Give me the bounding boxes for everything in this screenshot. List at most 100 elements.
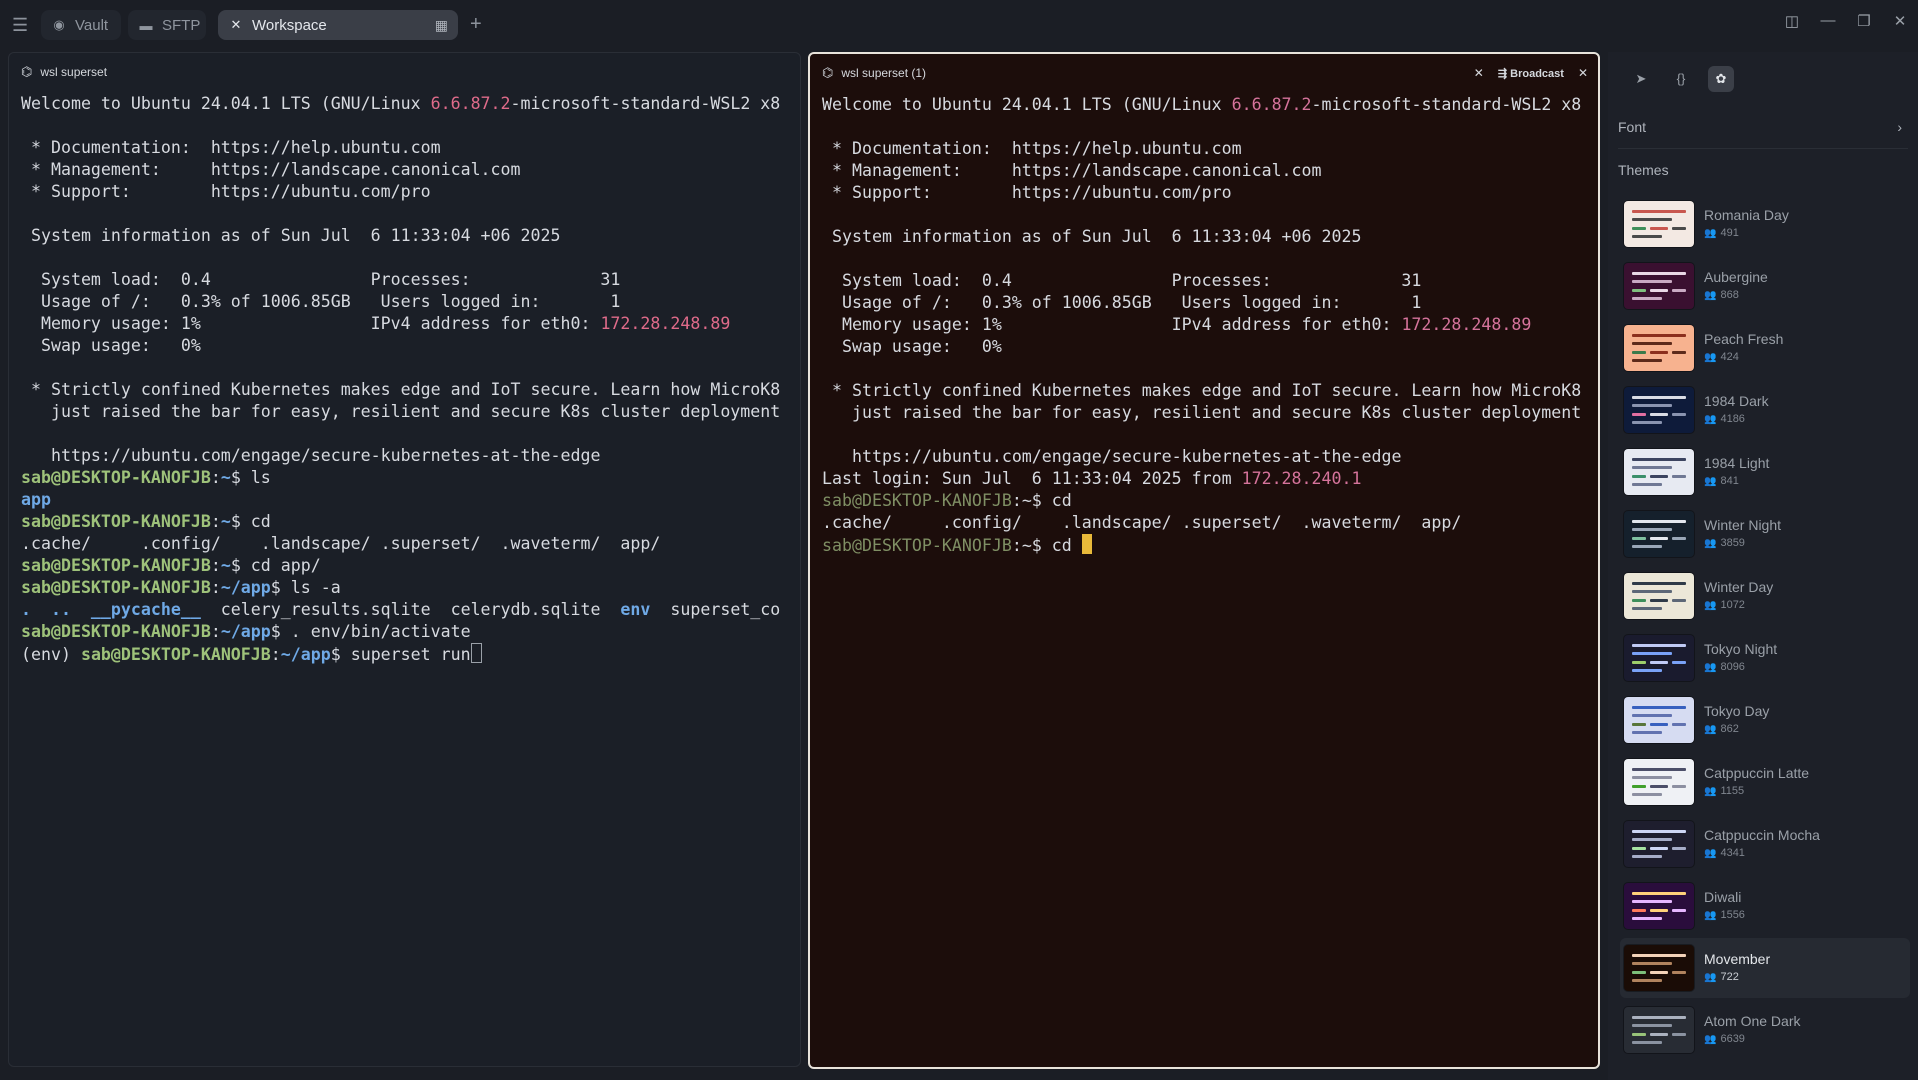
pane-header: ⌬ wsl superset [9,53,800,91]
terminal-line: sab@DESKTOP-KANOFJB:~$ cd [822,491,1072,510]
terminal-output[interactable]: Welcome to Ubuntu 24.04.1 LTS (GNU/Linux… [9,91,800,666]
palette-icon[interactable]: ✿ [1708,66,1734,92]
preview-bar [1632,847,1646,850]
preview-bar [1632,413,1646,416]
layout-grid-icon[interactable]: ▦ [435,17,448,34]
preview-bar [1650,351,1668,354]
count-value: 722 [1720,970,1739,983]
tab-workspace[interactable]: ✕ Workspace ▦ [218,10,458,40]
theme-item[interactable]: Aubergine 👥 868 [1620,256,1910,316]
theme-preview [1624,387,1694,433]
terminal-text: ~ [220,512,231,531]
terminal-text: * Strictly confined Kubernetes makes edg… [21,380,781,399]
pane-title: wsl superset [40,65,108,79]
users-icon: 👥 [1704,475,1717,487]
pane-header: ⌬ wsl superset (1) ✕ ⇶ Broadcast ✕ [810,54,1598,92]
theme-item[interactable]: Romania Day 👥 491 [1620,194,1910,254]
theme-item[interactable]: Catppuccin Mocha 👥 4341 [1620,814,1910,874]
terminal-text: -microsoft-standard-WSL2 x8 [1311,95,1582,114]
theme-item[interactable]: Winter Day 👥 1072 [1620,566,1910,626]
close-pane-icon[interactable]: ✕ [1578,66,1588,80]
close-icon[interactable]: ✕ [228,17,244,33]
theme-item[interactable]: Catppuccin Latte 👥 1155 [1620,752,1910,812]
terminal-pane-left[interactable]: ⌬ wsl superset Welcome to Ubuntu 24.04.1… [8,52,801,1067]
terminal-text: Usage of /: 0.3% of 1006.85GB Users logg… [822,293,1422,312]
braces-icon[interactable]: {} [1668,66,1694,92]
theme-name: Movember [1704,950,1771,967]
restore-icon[interactable]: ❐ [1846,12,1882,30]
theme-item[interactable]: Tokyo Night 👥 8096 [1620,628,1910,688]
theme-item[interactable]: 1984 Light 👥 841 [1620,442,1910,502]
preview-bar [1632,466,1672,469]
theme-item[interactable]: 1984 Dark 👥 4186 [1620,380,1910,440]
broadcast-icon: ⇶ [1497,67,1508,80]
terminal-pane-right[interactable]: ⌬ wsl superset (1) ✕ ⇶ Broadcast ✕ Welco… [808,52,1600,1069]
preview-bar [1672,351,1686,354]
preview-bar [1632,909,1646,912]
tab-label: Vault [75,16,109,34]
window-close-icon[interactable]: ✕ [1882,12,1918,30]
new-tab-button[interactable]: + [470,14,482,34]
font-setting-row[interactable]: Font › [1618,114,1908,149]
theme-preview [1624,449,1694,495]
count-value: 841 [1720,474,1739,487]
rocket-icon[interactable]: ➤ [1628,66,1654,92]
terminal-text: just raised the bar for easy, resilient … [21,402,781,421]
terminal-line: Usage of /: 0.3% of 1006.85GB Users logg… [21,292,620,311]
maximize-icon[interactable]: ✕ [1474,66,1484,80]
theme-user-count: 👥 4341 [1704,844,1820,863]
terminal-line: Memory usage: 1% IPv4 address for eth0: … [21,314,730,333]
preview-bar [1632,1033,1646,1036]
theme-meta: 1984 Light 👥 841 [1704,454,1769,491]
theme-meta: Peach Fresh 👥 424 [1704,330,1783,367]
terminal-text: ~ [220,556,231,575]
terminal-text: 6.6.87.2 [1231,95,1312,114]
theme-name: Winter Night [1704,516,1782,533]
settings-panel: ➤ {} ✿ Font › Themes Romania Day 👥 491 Aube… [1608,52,1918,1080]
theme-preview [1624,883,1694,929]
theme-item[interactable]: Tokyo Day 👥 862 [1620,690,1910,750]
title-bar: ☰ ◉ Vault ▬ SFTP ✕ Workspace ▦ + ◫ — ❐ ✕ [0,0,1918,50]
theme-user-count: 👥 1072 [1704,596,1773,615]
theme-user-count: 👥 8096 [1704,658,1777,677]
theme-item[interactable]: Diwali 👥 1556 [1620,876,1910,936]
theme-name: Tokyo Day [1704,702,1770,719]
terminal-text: $ cd [230,512,271,531]
preview-bar [1650,289,1668,292]
terminal-line: * Management: https://landscape.canonica… [21,160,521,179]
theme-meta: Winter Day 👥 1072 [1704,578,1773,615]
theme-item[interactable]: Atom One Dark 👥 6639 [1620,1000,1910,1060]
terminal-line: app [21,490,51,509]
toggle-sidebar-icon[interactable]: ◫ [1774,12,1810,30]
terminal-line: .cache/ .config/ .landscape/ .superset/ … [822,513,1461,532]
theme-user-count: 👥 722 [1704,968,1770,987]
preview-bar [1632,979,1662,982]
theme-item[interactable]: Movember 👥 722 [1620,938,1910,998]
theme-meta: Diwali 👥 1556 [1704,888,1745,925]
terminal-text: Usage of /: 0.3% of 1006.85GB Users logg… [21,292,621,311]
broadcast-button[interactable]: ⇶ Broadcast [1498,67,1564,80]
theme-item[interactable]: Peach Fresh 👥 424 [1620,318,1910,378]
theme-name: 1984 Dark [1704,392,1769,409]
terminal-text: just raised the bar for easy, resilient … [822,403,1582,422]
minimize-icon[interactable]: — [1810,12,1846,30]
tab-vault[interactable]: ◉ Vault [41,10,121,40]
terminal-text: * Management: https://landscape.canonica… [822,161,1322,180]
preview-bar [1650,847,1668,850]
theme-user-count: 👥 3859 [1704,534,1781,553]
theme-name: 1984 Light [1704,454,1770,471]
terminal-cursor [470,643,482,663]
theme-preview [1624,635,1694,681]
terminal-line: .cache/ .config/ .landscape/ .superset/ … [21,534,660,553]
theme-item[interactable]: Winter Night 👥 3859 [1620,504,1910,564]
users-icon: 👥 [1704,413,1717,425]
preview-bar [1632,838,1672,841]
terminal-text: $ ls [230,468,271,487]
terminal-output[interactable]: Welcome to Ubuntu 24.04.1 LTS (GNU/Linux… [810,92,1598,557]
menu-icon[interactable]: ☰ [12,16,30,34]
tab-sftp[interactable]: ▬ SFTP [128,10,206,40]
count-value: 1072 [1720,598,1745,611]
terminal-line: * Strictly confined Kubernetes makes edg… [822,381,1581,400]
theme-user-count: 👥 868 [1704,286,1768,305]
theme-preview [1624,573,1694,619]
